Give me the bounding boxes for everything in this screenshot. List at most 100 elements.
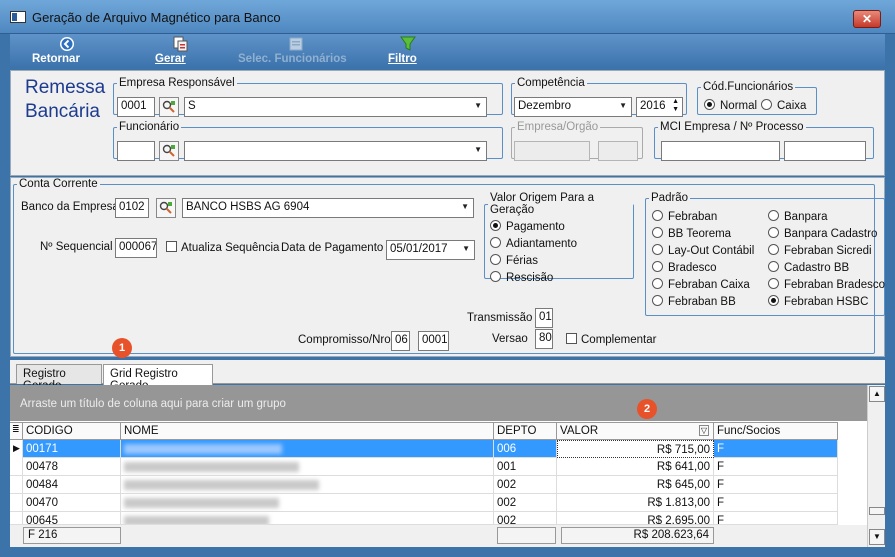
retornar-button[interactable]: Retornar <box>32 34 102 67</box>
radio-ferias[interactable]: Férias <box>490 254 538 267</box>
compromisso-input-b[interactable]: 0001 <box>418 331 449 351</box>
complementar-checkbox[interactable]: Complementar <box>566 333 656 346</box>
radio-banpara-cadastro[interactable]: Banpara Cadastro <box>768 227 877 240</box>
tab-grid-registro-gerado[interactable]: Grid Registro Gerado <box>103 364 213 392</box>
col-header-nome[interactable]: NOME <box>121 423 494 440</box>
pagamento-label: Pagamento <box>506 221 565 233</box>
tab-registro-gerado[interactable]: Registro Gerado <box>16 364 102 392</box>
lookup-icon <box>159 201 172 214</box>
cell-nome <box>121 494 494 512</box>
scroll-down-icon[interactable]: ▼ <box>869 529 885 545</box>
scroll-up-icon[interactable]: ▲ <box>869 386 885 402</box>
radio-febraban-caixa[interactable]: Febraban Caixa <box>652 278 750 291</box>
atualiza-checkbox[interactable]: Atualiza Sequência <box>166 241 279 254</box>
back-arrow-icon <box>60 37 74 51</box>
title-bar: Geração de Arquivo Magnético para Banco … <box>0 0 895 34</box>
radio-caixa[interactable]: Caixa <box>761 99 806 112</box>
empresa-legend: Empresa Responsável <box>119 77 235 89</box>
col-header-func[interactable]: Func/Socios <box>714 423 838 440</box>
row-indicator <box>10 458 23 476</box>
redacted-name <box>124 515 269 524</box>
checkbox-icon <box>166 241 177 252</box>
versao-input[interactable]: 80 <box>535 329 553 349</box>
radio-febraban-hsbc[interactable]: Febraban HSBC <box>768 295 868 308</box>
checkbox-icon <box>566 333 577 344</box>
close-button[interactable]: ✕ <box>853 10 881 28</box>
radio-adiantamento[interactable]: Adiantamento <box>490 237 577 250</box>
radio-bb-teorema[interactable]: BB Teorema <box>652 227 731 240</box>
compromisso-input-a[interactable]: 06 <box>391 331 410 351</box>
spinner-arrows-icon[interactable]: ▲ ▼ <box>672 98 679 114</box>
compromisso-label: Compromisso/Nro <box>298 334 391 346</box>
radio-dot-icon <box>704 99 715 110</box>
conta-legend: Conta Corrente <box>19 178 98 190</box>
funcionario-code-input[interactable] <box>117 141 155 161</box>
radio-rescisao[interactable]: Rescisão <box>490 271 553 284</box>
transmissao-input[interactable]: 01 <box>535 308 553 328</box>
remessa-title: Remessa <box>25 77 106 98</box>
empresa-orgao-input-1 <box>514 141 590 161</box>
competencia-year-spinner[interactable]: 2016 ▲ ▼ <box>636 97 683 117</box>
ferias-label: Férias <box>506 255 538 267</box>
col-header-depto[interactable]: DEPTO <box>494 423 557 440</box>
funcionario-name-select[interactable] <box>184 141 487 161</box>
empresa-lookup-button[interactable] <box>159 97 179 117</box>
radio-bradesco[interactable]: Bradesco <box>652 261 717 274</box>
empresa-group: Empresa Responsável 0001 S <box>113 77 503 117</box>
grid-vertical-scrollbar[interactable]: ▲ ▼ <box>867 385 885 547</box>
complementar-label: Complementar <box>581 334 657 346</box>
seq-input[interactable]: 000067 <box>115 238 157 258</box>
radio-layout-contabil[interactable]: Lay-Out Contábil <box>652 244 754 257</box>
redacted-name <box>124 479 319 490</box>
padrao-legend: Padrão <box>651 192 689 204</box>
banco-code-input[interactable]: 0102 <box>115 198 149 218</box>
empresa-name-select[interactable]: S <box>184 97 487 117</box>
cell-nome <box>121 476 494 494</box>
cell-valor: R$ 1.813,00 <box>557 494 714 512</box>
top-panel: Remessa Bancária Empresa Responsável 000… <box>10 70 885 176</box>
radio-normal[interactable]: Normal <box>704 99 757 112</box>
valor-origem-group: Valor Origem Para a Geração Pagamento Ad… <box>484 192 634 284</box>
competencia-month-select[interactable]: Dezembro <box>514 97 632 117</box>
tab-strip: Registro Gerado Grid Registro Gerado <box>10 360 885 392</box>
table-row[interactable]: 00484 002 R$ 645,00 F <box>10 476 838 494</box>
banco-lookup-button[interactable] <box>156 198 176 218</box>
radio-febraban[interactable]: Febraban <box>652 210 717 223</box>
cell-nome <box>121 458 494 476</box>
mci-empresa-input[interactable] <box>661 141 780 161</box>
table-row[interactable]: 00478 001 R$ 641,00 F <box>10 458 838 476</box>
data-grid: Arraste um título de coluna aqui para cr… <box>10 385 885 547</box>
selec-funcionarios-button[interactable]: Selec. Funcionários <box>238 34 353 67</box>
group-by-bar[interactable]: Arraste um título de coluna aqui para cr… <box>10 385 867 421</box>
scroll-thumb[interactable] <box>869 507 885 515</box>
banco-name-select[interactable]: BANCO HSBS AG 6904 <box>182 198 474 218</box>
radio-banpara[interactable]: Banpara <box>768 210 827 223</box>
radio-febraban-bradesco[interactable]: Febraban Bradesco <box>768 278 885 291</box>
padrao-group: Padrão Febraban BB Teorema Lay-Out Contá… <box>645 192 885 316</box>
padrao-option-label: Febraban Bradesco <box>784 279 886 291</box>
funcionario-lookup-button[interactable] <box>159 141 179 161</box>
column-chooser-icon[interactable]: ≣ <box>10 423 23 440</box>
col-header-codigo[interactable]: CODIGO <box>23 423 121 440</box>
table-row[interactable]: ▶ 00171 006 R$ 715,00 F <box>10 440 838 458</box>
data-pagamento-select[interactable]: 05/01/2017 <box>386 240 475 260</box>
filter-dropdown-icon[interactable]: ▽ <box>698 425 709 436</box>
adiantamento-label: Adiantamento <box>506 238 577 250</box>
table-row[interactable]: 00645 002 R$ 2.695,00 F <box>10 512 838 525</box>
radio-febraban-sicredi[interactable]: Febraban Sicredi <box>768 244 872 257</box>
radio-febraban-bb[interactable]: Febraban BB <box>652 295 736 308</box>
col-header-valor[interactable]: VALOR ▽ <box>557 423 714 440</box>
filtro-button[interactable]: Filtro <box>388 34 428 67</box>
padrao-option-label: Lay-Out Contábil <box>668 245 755 257</box>
gerar-button[interactable]: Gerar <box>155 34 205 67</box>
mci-group: MCI Empresa / Nº Processo <box>654 121 874 161</box>
empresa-code-input[interactable]: 0001 <box>117 97 155 117</box>
table-row[interactable]: 00470 002 R$ 1.813,00 F <box>10 494 838 512</box>
radio-pagamento[interactable]: Pagamento <box>490 220 565 233</box>
annotation-badge-2: 2 <box>637 399 657 419</box>
selec-label: Selec. Funcionários <box>238 53 347 65</box>
footer-depto <box>497 527 556 544</box>
mci-processo-input[interactable] <box>784 141 866 161</box>
funcionario-legend: Funcionário <box>119 121 180 133</box>
radio-cadastro-bb[interactable]: Cadastro BB <box>768 261 849 274</box>
